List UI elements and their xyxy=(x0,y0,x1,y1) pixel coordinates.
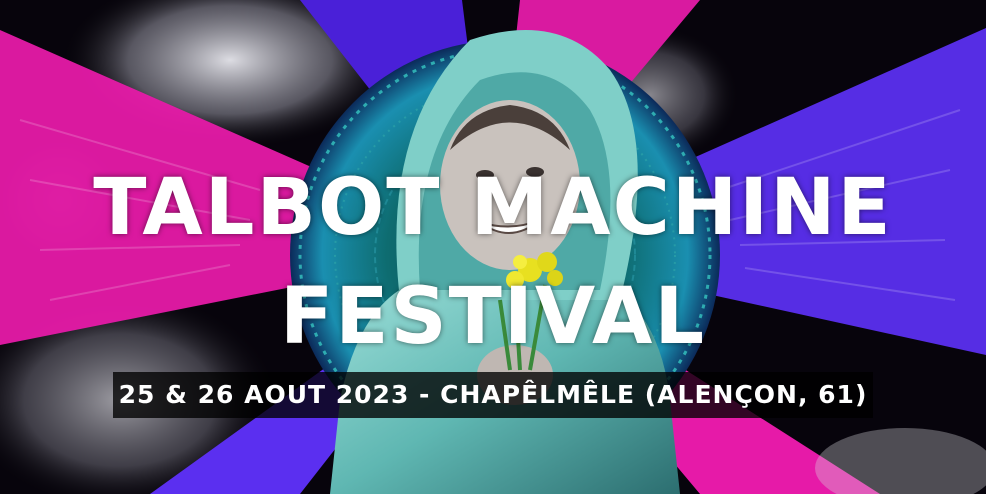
festival-banner: TALBOT MACHINE FESTIVAL 25 & 26 AOUT 202… xyxy=(0,0,986,494)
festival-title-line-2: FESTIVAL xyxy=(279,272,707,362)
festival-title-line-1: TALBOT MACHINE xyxy=(93,163,893,253)
date-location-text: 25 & 26 AOUT 2023 - CHAPÊLMÊLE (ALENÇON,… xyxy=(118,380,868,409)
